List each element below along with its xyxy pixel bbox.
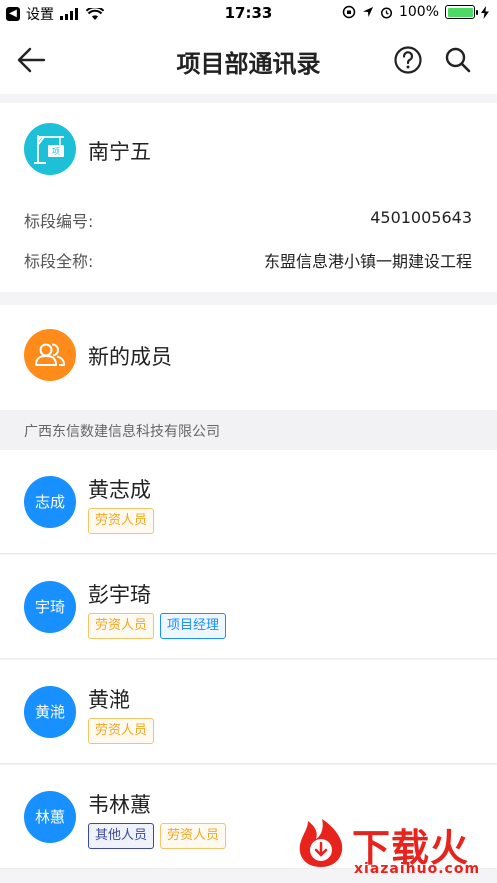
member-name: 黄滟 xyxy=(88,688,130,712)
watermark: 下载火 xiazaihuo.com xyxy=(290,815,497,883)
company-name: 广西东信数建信息科技有限公司 xyxy=(24,424,220,440)
avatar: 宇琦 xyxy=(24,581,76,633)
charging-bolt-icon xyxy=(481,5,489,19)
avatar: 黄滟 xyxy=(24,686,76,738)
section-fullname-value: 东盟信息港小镇一期建设工程 xyxy=(263,252,472,271)
project-card: 项 南宁五 标段编号: 4501005643 标段全称: 东盟信息港小镇一期建设… xyxy=(0,103,497,292)
project-icon-text: 项 xyxy=(52,147,60,156)
member-row[interactable]: 宇琦 彭宇琦 劳资人员 项目经理 xyxy=(0,555,497,659)
role-tag: 劳资人员 xyxy=(88,613,155,639)
nav-bar: 项目部通讯录 xyxy=(0,26,497,94)
member-row[interactable]: 志成 黄志成 劳资人员 xyxy=(0,450,497,554)
users-icon xyxy=(24,329,76,381)
avatar: 林蕙 xyxy=(24,791,76,843)
flame-logo-icon xyxy=(299,819,343,867)
member-name: 黄志成 xyxy=(88,478,151,502)
section-code-value: 4501005643 xyxy=(370,208,472,227)
alarm-icon xyxy=(380,6,393,19)
status-right: 100% xyxy=(342,4,489,20)
avatar: 志成 xyxy=(24,476,76,528)
project-crane-icon: 项 xyxy=(24,123,76,175)
battery-icon xyxy=(445,5,478,19)
new-members-label: 新的成员 xyxy=(88,345,172,369)
help-circle-icon[interactable] xyxy=(392,44,424,76)
member-row[interactable]: 黄滟 黄滟 劳资人员 xyxy=(0,660,497,764)
location-icon xyxy=(362,7,373,17)
member-name: 彭宇琦 xyxy=(88,583,151,607)
project-name: 南宁五 xyxy=(88,140,151,164)
member-name: 韦林蕙 xyxy=(88,793,151,817)
company-section-header: 广西东信数建信息科技有限公司 xyxy=(0,410,497,450)
orientation-lock-icon xyxy=(342,5,356,19)
search-icon[interactable] xyxy=(442,44,474,76)
status-bar: ◀ 设置 17:33 100% xyxy=(0,0,497,26)
section-fullname-label: 标段全称: xyxy=(24,252,94,271)
role-tag: 其他人员 xyxy=(88,823,155,849)
new-members-row[interactable]: 新的成员 xyxy=(0,305,497,410)
role-tag: 项目经理 xyxy=(160,613,227,639)
role-tag: 劳资人员 xyxy=(88,718,155,744)
battery-percent: 100% xyxy=(398,4,439,20)
section-code-label: 标段编号: xyxy=(24,212,94,231)
role-tag: 劳资人员 xyxy=(160,823,227,849)
role-tag: 劳资人员 xyxy=(88,508,155,534)
watermark-url: xiazaihuo.com xyxy=(354,861,481,877)
